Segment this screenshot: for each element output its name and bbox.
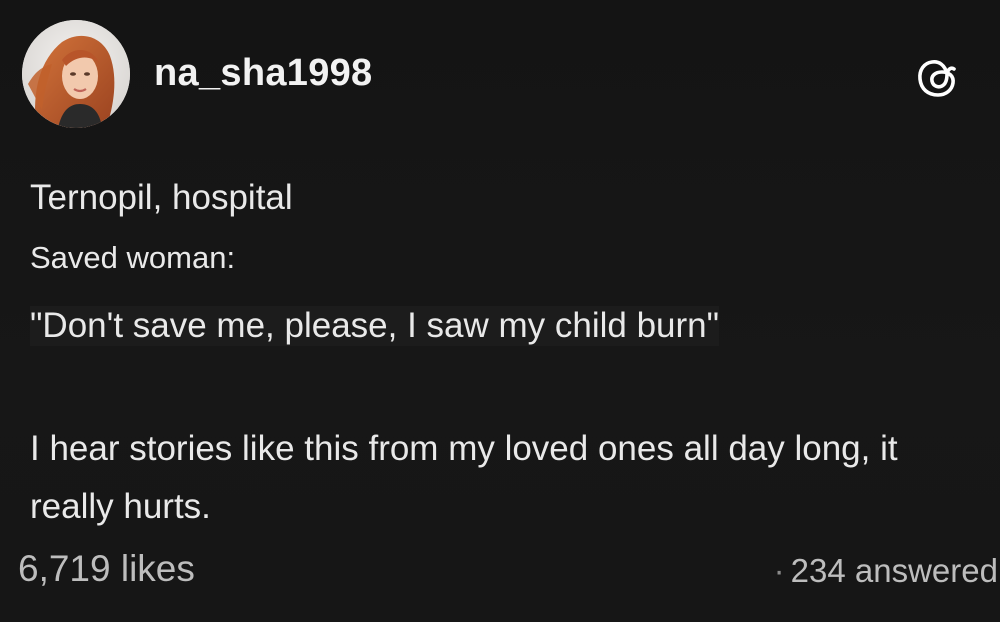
post-line-location: Ternopil, hospital [30, 178, 293, 217]
likes-count[interactable]: 6,719 likes [18, 548, 195, 590]
post-line-speaker: Saved woman: [30, 240, 236, 275]
threads-logo-icon[interactable] [910, 50, 966, 106]
answers-label: 234 answered [790, 552, 998, 589]
username[interactable]: na_sha1998 [154, 52, 373, 95]
post-line-quote: "Don't save me, please, I saw my child b… [30, 306, 720, 346]
thread-post: na_sha1998 Ternopil, hospital Saved woma… [0, 0, 1000, 622]
answers-count[interactable]: · 234 answered [774, 552, 998, 590]
separator-dot: · [773, 552, 785, 589]
avatar-photo [22, 20, 130, 128]
avatar[interactable] [22, 20, 130, 128]
post-body-paragraph: I hear stories like this from my loved o… [30, 429, 898, 526]
post-header: na_sha1998 [22, 20, 982, 130]
